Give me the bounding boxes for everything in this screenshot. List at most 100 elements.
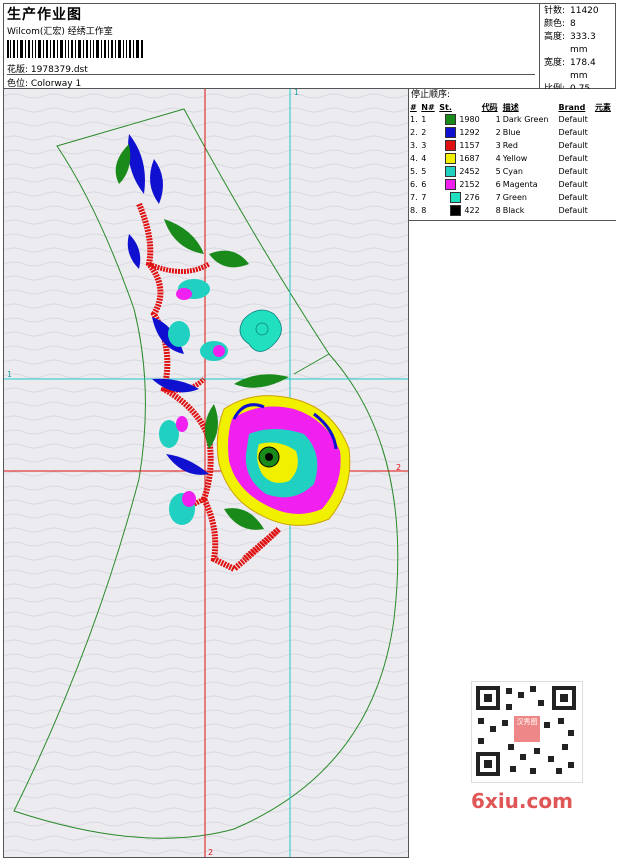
stat-height: 高度: 333.3 mm <box>544 31 616 57</box>
design-canvas[interactable]: 1 1 2 2 <box>4 89 408 857</box>
stat-value: 11420 <box>570 6 599 16</box>
cell-index: 8. <box>410 206 418 215</box>
cell-stitches: 1687 <box>438 152 480 165</box>
col-header: 元素 <box>594 102 611 112</box>
cell-stitches: 1157 <box>438 139 480 152</box>
cell-stitches: 2452 <box>438 165 480 178</box>
qr-code: 汉秀图 <box>471 681 583 783</box>
design-file: 花版: 1978379.dst <box>7 62 535 75</box>
cell-index: 2. <box>410 128 418 137</box>
cell-element <box>594 178 615 191</box>
cell-stitches: 422 <box>438 204 480 217</box>
stats-box: 针数:11420 颜色:8 高度:333.3 mm 宽度:178.4 mm 比例… <box>539 3 616 94</box>
stitch-count: 1157 <box>459 141 480 150</box>
col-header: # <box>410 102 417 112</box>
table-row[interactable]: 5. 5 2452 5 Cyan Default <box>409 165 615 178</box>
company-name: Wilcom(汇宏) 经绣工作室 <box>7 27 113 37</box>
cell-code: 5 <box>495 167 501 176</box>
cell-element <box>594 204 615 217</box>
cell-stitches: 276 <box>438 191 480 204</box>
cell-needle: 2 <box>421 128 427 137</box>
color-swatch <box>450 192 462 203</box>
barcode <box>7 40 143 58</box>
cell-element <box>594 113 615 126</box>
cell-code: 1 <box>495 115 501 124</box>
cell-element <box>594 126 615 139</box>
cell-description: Yellow <box>502 154 528 163</box>
header: 生产作业图 Wilcom(汇宏) 经绣工作室 花版: 1978379.dst 色… <box>3 3 616 94</box>
cell-index: 7. <box>410 193 418 202</box>
color-swatch <box>445 127 457 138</box>
cell-index: 6. <box>410 180 418 189</box>
cell-element <box>594 139 615 152</box>
stat-colors: 颜色: 8 <box>544 18 616 31</box>
panel-divider <box>409 220 616 221</box>
col-header: N# <box>421 102 435 112</box>
cell-brand: Default <box>558 154 588 163</box>
cell-brand: Default <box>558 180 588 189</box>
guide-marker-right: 2 <box>396 463 401 472</box>
cell-needle: 8 <box>421 206 427 215</box>
table-row[interactable]: 8. 8 422 8 Black Default <box>409 204 615 217</box>
cell-element <box>594 165 615 178</box>
cell-element <box>594 191 615 204</box>
color-swatch <box>445 140 457 151</box>
stat-value: 333.3 mm <box>569 32 596 55</box>
stat-value: 178.4 mm <box>569 58 596 81</box>
cell-description: Cyan <box>502 167 523 176</box>
cell-stitches: 1980 <box>438 113 480 126</box>
stat-stitches: 针数: 11420 <box>544 5 616 18</box>
stat-label: 高度: <box>544 32 566 42</box>
col-header: St. <box>439 102 452 112</box>
col-header: 代码 <box>481 102 498 112</box>
col-header: 描述 <box>502 102 519 112</box>
table-row[interactable]: 3. 3 1157 3 Red Default <box>409 139 615 152</box>
watermark-site: 6xiu.com <box>471 789 573 813</box>
table-row[interactable]: 1. 1 1980 1 Dark Green Default <box>409 113 615 126</box>
guide-marker-top: 1 <box>294 89 299 97</box>
cell-index: 4. <box>410 154 418 163</box>
cell-brand: Default <box>558 128 588 137</box>
cell-needle: 4 <box>421 154 427 163</box>
cell-element <box>594 152 615 165</box>
page-title: 生产作业图 <box>7 7 82 23</box>
table-row[interactable]: 4. 4 1687 4 Yellow Default <box>409 152 615 165</box>
stat-label: 宽度: <box>544 58 566 68</box>
stop-sequence-table: # N# St. 代码 描述 Brand 元素 1. 1 1980 1 Dark Gre… <box>409 101 615 217</box>
stitch-count: 1687 <box>459 154 480 163</box>
table-row[interactable]: 7. 7 276 7 Green Default <box>409 191 615 204</box>
guide-marker-left: 1 <box>7 370 12 379</box>
stitch-count: 2152 <box>459 180 480 189</box>
stat-label: 颜色: <box>544 19 566 29</box>
color-swatch <box>445 153 457 164</box>
guide-marker-bottom: 2 <box>208 848 213 857</box>
table-row[interactable]: 6. 6 2152 6 Magenta Default <box>409 178 615 191</box>
cell-brand: Default <box>558 167 588 176</box>
qr-logo-badge: 汉秀图 <box>514 716 540 742</box>
cell-stitches: 2152 <box>438 178 480 191</box>
embroidery-preview: 1 1 2 2 <box>4 89 408 857</box>
cell-brand: Default <box>558 115 588 124</box>
table-row[interactable]: 2. 2 1292 2 Blue Default <box>409 126 615 139</box>
cell-code: 6 <box>495 180 501 189</box>
cell-code: 8 <box>495 206 501 215</box>
header-info: 生产作业图 Wilcom(汇宏) 经绣工作室 花版: 1978379.dst 色… <box>3 3 539 89</box>
cell-needle: 3 <box>421 141 427 150</box>
stitch-count: 1980 <box>459 115 480 124</box>
cell-description: Black <box>502 206 525 215</box>
stitch-count: 1292 <box>459 128 480 137</box>
cell-needle: 6 <box>421 180 427 189</box>
cell-brand: Default <box>558 141 588 150</box>
cell-code: 7 <box>495 193 501 202</box>
color-swatch <box>445 179 457 190</box>
cell-index: 3. <box>410 141 418 150</box>
cell-needle: 5 <box>421 167 427 176</box>
cell-index: 5. <box>410 167 418 176</box>
col-header: Brand <box>558 102 586 112</box>
panel-title: 停止顺序: <box>411 90 451 100</box>
color-swatch <box>445 114 457 125</box>
stop-sequence-panel: 停止顺序: # N# St. 代码 描述 Brand 元素 1. 1 1980 1 Da… <box>408 89 616 858</box>
stitch-count: 2452 <box>459 167 480 176</box>
cell-description: Magenta <box>502 180 538 189</box>
stat-width: 宽度: 178.4 mm <box>544 57 616 83</box>
